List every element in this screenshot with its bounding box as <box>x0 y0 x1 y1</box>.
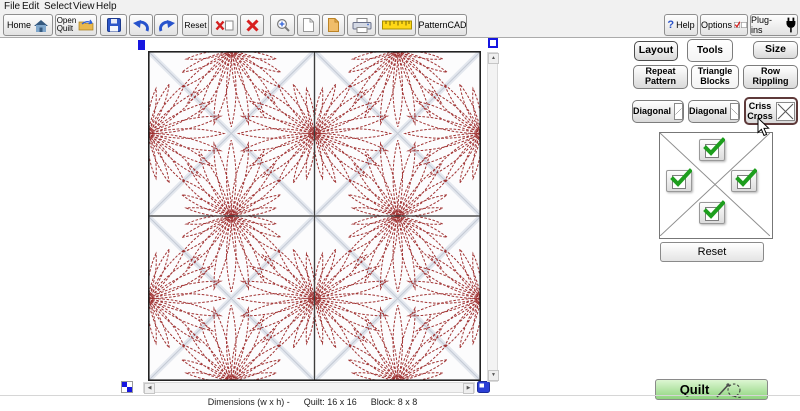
reset-panel-button[interactable]: Reset <box>660 242 764 262</box>
menu-help[interactable]: Help <box>96 1 117 12</box>
home-label: Home <box>7 20 31 30</box>
menu-file[interactable]: File <box>4 1 20 12</box>
options-button[interactable]: Options <box>700 14 748 36</box>
copy-page-button[interactable] <box>322 14 345 36</box>
diagonal-down-icon <box>730 103 739 120</box>
scroll-up-button[interactable]: ▲ <box>488 53 499 64</box>
save-icon <box>107 18 121 32</box>
reset-toolbar-button[interactable]: Reset <box>182 14 209 36</box>
row-rippling-label-2: Rippling <box>753 77 789 87</box>
tab-tools[interactable]: Tools <box>687 39 733 62</box>
plugins-label: Plug-ins <box>751 15 783 35</box>
selection-handle-top-right[interactable] <box>488 38 498 48</box>
green-check-icon <box>735 168 757 188</box>
tab-tools-label: Tools <box>697 45 723 56</box>
tab-size[interactable]: Size <box>753 41 798 59</box>
ruler-button[interactable] <box>378 14 416 36</box>
block-size-value: Block: 8 x 8 <box>371 397 418 407</box>
printer-icon <box>352 18 372 33</box>
delete-all-button[interactable] <box>240 14 264 36</box>
diagonal-down-button[interactable]: Diagonal <box>688 100 740 123</box>
home-icon <box>33 19 49 32</box>
diagonal-up-icon <box>674 103 683 120</box>
tab-layout-label: Layout <box>639 45 673 57</box>
toolbar: Home OpenQuilt <box>0 14 800 38</box>
repeat-pattern-button[interactable]: Repeat Pattern <box>633 65 688 89</box>
diagonal-down-label: Diagonal <box>689 107 727 117</box>
zoom-icon <box>276 18 290 32</box>
home-button[interactable]: Home <box>3 14 53 36</box>
plug-icon <box>785 17 797 33</box>
green-check-icon <box>703 200 725 220</box>
canvas-vertical-scrollbar[interactable]: ▲ ▼ <box>487 52 498 382</box>
new-page-button[interactable] <box>297 14 320 36</box>
print-button[interactable] <box>347 14 376 36</box>
quilt-go-button[interactable]: Quilt <box>655 379 768 400</box>
quilt-canvas[interactable] <box>148 51 481 381</box>
ruler-icon <box>382 20 412 30</box>
patterncad-button[interactable]: PatternCAD <box>418 14 467 36</box>
triangle-blocks-button[interactable]: Triangle Blocks <box>691 65 739 89</box>
crisscross-checkbox-bottom[interactable] <box>699 202 725 224</box>
status-separator <box>0 395 800 396</box>
plugins-button[interactable]: Plug-ins <box>750 14 798 36</box>
tab-layout[interactable]: Layout <box>634 41 678 61</box>
zoom-button[interactable] <box>270 14 295 36</box>
diagonal-up-label: Diagonal <box>633 107 671 117</box>
checker-handle-icon <box>121 381 133 393</box>
row-rippling-button[interactable]: Row Rippling <box>743 65 798 89</box>
options-label: Options <box>701 20 732 30</box>
delete-checkbox-icon <box>215 20 234 31</box>
corner-handle-icon <box>477 381 490 393</box>
help-button[interactable]: ? Help <box>664 14 698 36</box>
scroll-right-button[interactable]: ▶ <box>463 383 474 394</box>
dimensions-label: Dimensions (w x h) - <box>208 397 290 407</box>
criss-cross-button[interactable]: CrissCross <box>744 97 798 125</box>
open-quilt-button[interactable]: OpenQuilt <box>55 14 97 36</box>
app-window: File Edit Select View Help Home OpenQuil… <box>0 0 800 411</box>
crisscross-checkbox-top[interactable] <box>699 139 725 161</box>
selection-handle-top-left[interactable] <box>138 40 145 50</box>
green-check-icon <box>670 168 692 188</box>
undo-button[interactable] <box>129 14 153 36</box>
options-checkboxes-icon <box>734 19 747 31</box>
scroll-left-button[interactable]: ◀ <box>144 383 155 394</box>
mouse-cursor <box>757 118 770 137</box>
delete-selected-button[interactable] <box>211 14 238 36</box>
reset-toolbar-label: Reset <box>184 20 206 30</box>
copy-page-icon <box>328 18 339 32</box>
blank-page-icon <box>303 18 314 32</box>
selection-handle-bottom-right[interactable] <box>477 381 490 393</box>
crisscross-checkbox-left[interactable] <box>666 170 692 192</box>
triangle-blocks-label-2: Blocks <box>700 77 730 87</box>
criss-cross-icon <box>776 102 795 121</box>
open-quilt-label: OpenQuilt <box>57 17 77 34</box>
menu-bar: File Edit Select View Help <box>0 0 800 14</box>
menu-select[interactable]: Select <box>44 1 72 12</box>
tab-size-label: Size <box>765 44 786 56</box>
reset-panel-label: Reset <box>698 246 727 258</box>
diagonal-up-button[interactable]: Diagonal <box>632 100 684 123</box>
repeat-pattern-label-2: Pattern <box>645 77 676 87</box>
status-bar: Dimensions (w x h) - Quilt: 16 x 16 Bloc… <box>140 397 485 407</box>
help-label: Help <box>676 20 695 30</box>
redo-icon <box>158 19 175 32</box>
redo-button[interactable] <box>154 14 178 36</box>
crisscross-checkbox-right[interactable] <box>731 170 757 192</box>
undo-icon <box>133 19 150 32</box>
quilt-size-value: Quilt: 16 x 16 <box>304 397 357 407</box>
scroll-down-button[interactable]: ▼ <box>488 370 499 381</box>
menu-view[interactable]: View <box>73 1 95 12</box>
patterncad-label: PatternCAD <box>418 20 466 30</box>
quilt-pattern-drawing <box>148 51 481 381</box>
question-icon: ? <box>667 19 674 31</box>
canvas-horizontal-scrollbar[interactable]: ◀ ▶ <box>143 382 475 393</box>
red-x-icon <box>246 19 259 32</box>
menu-edit[interactable]: Edit <box>22 1 39 12</box>
open-folder-icon <box>78 19 95 31</box>
green-check-icon <box>703 137 725 157</box>
save-button[interactable] <box>100 14 127 36</box>
selection-handle-bottom-left[interactable] <box>121 381 133 393</box>
